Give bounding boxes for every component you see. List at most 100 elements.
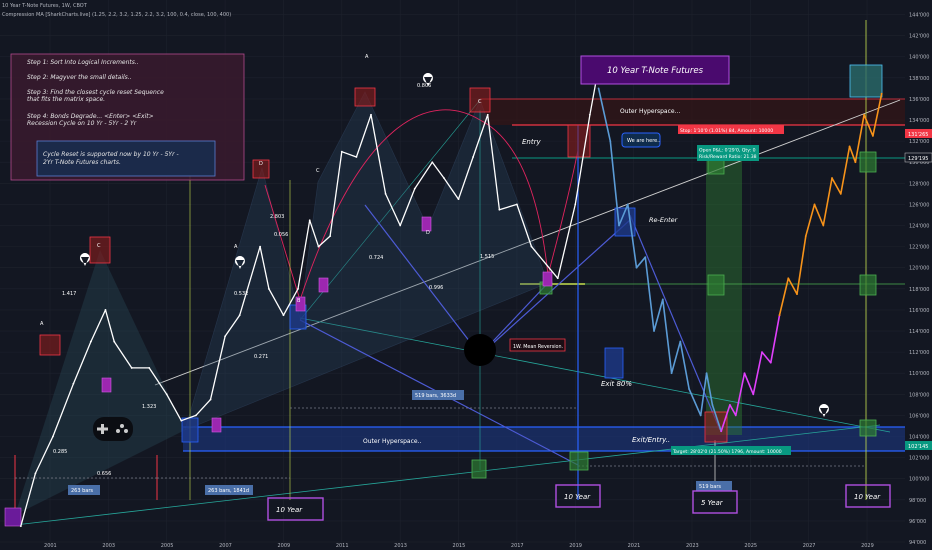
exit-entry-label: Exit/Entry.. bbox=[632, 436, 670, 444]
series-point bbox=[457, 198, 460, 201]
series-point bbox=[498, 208, 501, 211]
series-point bbox=[720, 430, 723, 433]
series-point bbox=[822, 224, 825, 227]
series-point bbox=[89, 340, 92, 343]
x-tick-label: 2003 bbox=[102, 543, 115, 549]
y-tick-label: 96'000 bbox=[909, 519, 926, 525]
fib-ratio-label: 0.806 bbox=[417, 83, 431, 89]
x-tick-label: 2021 bbox=[628, 543, 641, 549]
series-point bbox=[530, 245, 533, 248]
y-tick-label: 114'000 bbox=[909, 329, 929, 335]
series-point bbox=[72, 382, 75, 385]
series-point bbox=[863, 113, 866, 116]
bar-count-label: 519 bars, 3633d bbox=[415, 393, 456, 399]
series-point bbox=[804, 235, 807, 237]
x-tick-label: 2005 bbox=[161, 543, 174, 549]
series-point bbox=[880, 92, 883, 95]
price-chart[interactable]: Step 1: Sort Into Logical Increments.. St… bbox=[0, 0, 932, 550]
gamepad-icon bbox=[93, 417, 133, 441]
series-point bbox=[796, 293, 798, 295]
series-point bbox=[787, 277, 790, 280]
y-tick-label: 122'000 bbox=[909, 245, 929, 251]
y-tick-label: 144'000 bbox=[909, 13, 929, 19]
note-step: Step 3: Find the closest cycle reset Seq… bbox=[27, 89, 164, 96]
series-point bbox=[688, 388, 690, 390]
target-label: Target: 28'02'0 (21.50%) 1796, Amount: 1… bbox=[672, 449, 782, 455]
mean-reversion-marker bbox=[464, 334, 496, 366]
price-tag-label: 131'265 bbox=[908, 132, 928, 138]
outer-hyperspace-top-label: Outer Hyperspace... bbox=[620, 108, 680, 115]
series-point bbox=[588, 113, 591, 116]
series-point bbox=[626, 203, 629, 206]
pattern-point-label: C bbox=[97, 243, 101, 249]
fib-ratio-label: 0.656 bbox=[97, 471, 111, 477]
series-point bbox=[282, 314, 285, 317]
series-point bbox=[355, 156, 358, 158]
entry-label: Entry bbox=[522, 138, 541, 146]
series-point bbox=[317, 245, 320, 248]
series-point bbox=[238, 314, 241, 317]
series-point bbox=[195, 414, 197, 417]
series-point bbox=[399, 224, 402, 227]
series-point bbox=[752, 393, 755, 396]
series-point bbox=[329, 235, 332, 237]
pnl-label: Open P&L: 0'29'0, Qty: 0 bbox=[699, 148, 756, 154]
series-point bbox=[574, 203, 577, 206]
series-point bbox=[113, 340, 116, 343]
cycle-length-label: 10 Year bbox=[276, 506, 303, 514]
chart-header: 10 Year T-Note Futures, 1W, CBOT Compres… bbox=[2, 2, 231, 20]
cycle-length-label: 5 Year bbox=[701, 499, 724, 507]
bar-count-label: 263 bars bbox=[71, 488, 93, 494]
x-tick-label: 2001 bbox=[44, 543, 57, 549]
series-point bbox=[769, 361, 772, 364]
y-tick-label: 140'000 bbox=[909, 55, 929, 61]
y-tick-label: 138'000 bbox=[909, 76, 929, 82]
fib-ratio-label: 0.271 bbox=[254, 354, 268, 360]
bar-count-label: 519 bars bbox=[699, 484, 721, 490]
series-point bbox=[104, 309, 107, 311]
x-tick-label: 2007 bbox=[219, 543, 232, 549]
x-tick-label: 2029 bbox=[861, 543, 874, 549]
series-point bbox=[618, 224, 620, 227]
series-point bbox=[443, 177, 445, 179]
y-tick-label: 94'000 bbox=[909, 540, 926, 546]
y-tick-label: 112'000 bbox=[909, 350, 929, 356]
series-point bbox=[729, 403, 731, 406]
series-point bbox=[297, 287, 299, 290]
series-point bbox=[679, 340, 682, 343]
series-point bbox=[259, 245, 262, 248]
note-step: that fits the matrix space. bbox=[27, 96, 105, 103]
series-point bbox=[431, 161, 434, 164]
series-point bbox=[661, 298, 664, 301]
series-point bbox=[413, 187, 416, 190]
mean-reversion-label: 1W. Mean Reversion. bbox=[513, 344, 563, 350]
x-tick-label: 2027 bbox=[803, 543, 816, 549]
x-tick-label: 2025 bbox=[744, 543, 757, 549]
series-point bbox=[743, 372, 746, 375]
pattern-point-label: C bbox=[316, 168, 320, 174]
x-tick-label: 2023 bbox=[686, 543, 699, 549]
y-tick-label: 142'000 bbox=[909, 34, 929, 40]
series-point bbox=[165, 393, 168, 396]
series-point bbox=[839, 192, 842, 195]
y-tick-label: 128'000 bbox=[909, 181, 929, 187]
cycle-box-text: 2Yr T-Note Futures charts. bbox=[43, 159, 121, 166]
series-point bbox=[308, 219, 311, 222]
fib-ratio-label: 2.803 bbox=[270, 214, 284, 220]
y-tick-label: 102'000 bbox=[909, 456, 929, 462]
series-point bbox=[384, 192, 387, 195]
y-tick-label: 118'000 bbox=[909, 287, 929, 293]
series-point bbox=[653, 330, 655, 332]
series-point bbox=[224, 335, 226, 338]
pattern-point-label: B bbox=[297, 298, 301, 304]
we-are-here-label: We are here.. bbox=[627, 138, 661, 144]
series-point bbox=[52, 435, 54, 438]
cycle-length-label: 10 Year bbox=[564, 493, 591, 501]
pattern-point-label: A bbox=[234, 244, 238, 250]
chart-title: 10 Year T-Note Futures bbox=[607, 66, 704, 76]
series-point bbox=[761, 351, 763, 354]
fib-ratio-label: 0.056 bbox=[274, 232, 288, 238]
outer-hyperspace-top-band bbox=[480, 99, 905, 125]
cycle-length-label: 10 Year bbox=[854, 493, 881, 501]
fib-ratio-label: 0.532 bbox=[234, 291, 248, 297]
